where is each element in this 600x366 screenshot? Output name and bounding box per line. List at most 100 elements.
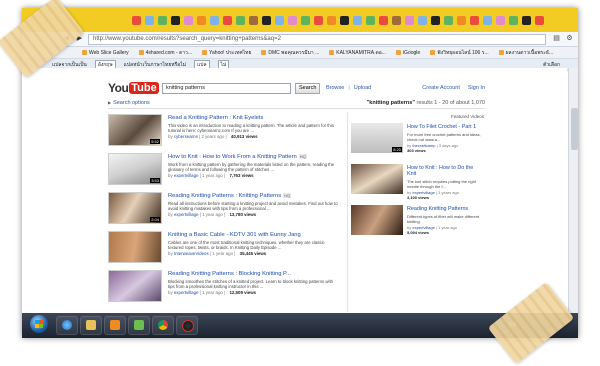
video-meta: by cybersearns | 2 years ago | 40,913 vi…: [168, 134, 258, 139]
logo-tube: Tube: [129, 82, 159, 94]
create-account-link[interactable]: Create Account: [422, 85, 460, 91]
quality-badge: HQ: [298, 154, 307, 159]
page-menu-icon[interactable]: ▤: [552, 35, 561, 43]
results-count: "knitting patterns" results 1 - 20 of ab…: [367, 100, 485, 106]
search-options-link[interactable]: Search options: [108, 100, 150, 106]
video-description: Different types of fiber will make diffe…: [407, 214, 480, 224]
featured-item: 8:20 How To Filet Crochet - Part 1 For mo…: [351, 123, 484, 164]
upload-age: 1 year ago: [212, 251, 234, 256]
search-button[interactable]: Search: [295, 83, 321, 94]
video-title-link[interactable]: Reading Knitting Patterns : Blocking Kni…: [168, 271, 338, 277]
uploader-link[interactable]: InterweaveVideos: [174, 251, 209, 256]
video-description: For more free crochet patterns and ideas…: [407, 132, 481, 142]
windows-logo-icon: [35, 320, 43, 328]
separator: |: [348, 85, 350, 91]
folder-icon: [86, 320, 96, 330]
uploader-link[interactable]: expertvillage: [174, 212, 199, 217]
video-thumbnail[interactable]: [351, 205, 403, 235]
video-description: Read all instructions before starting a …: [168, 201, 338, 211]
video-thumbnail[interactable]: 5:52: [108, 114, 162, 146]
results-list: 5:52 Read a Knitting Pattern : Knit Eyel…: [108, 114, 348, 309]
bookmark-item[interactable]: Web Slice Gallery: [82, 50, 129, 56]
ie-taskbar-button[interactable]: [56, 316, 78, 335]
uploader-link[interactable]: cybersearns: [174, 134, 198, 139]
start-button[interactable]: [30, 315, 48, 333]
video-thumbnail[interactable]: 2:04: [108, 192, 162, 224]
browse-link[interactable]: Browse: [326, 85, 344, 91]
app-taskbar-button[interactable]: [176, 316, 198, 335]
view-count: 40,913 views: [230, 134, 258, 139]
view-count: 12,509 views: [229, 290, 257, 295]
video-title-link[interactable]: Knitting a Basic Cable - KDTV 301 with E…: [168, 232, 338, 238]
bookmarks-bar: Web Slice Gallery 4shared.com - ดาว... Y…: [22, 47, 578, 59]
video-title-link[interactable]: Reading Knitting Patterns : Knitting Pat…: [168, 193, 338, 199]
view-count: 3,100 views: [407, 195, 430, 200]
search-input[interactable]: knitting patterns: [162, 83, 291, 94]
sign-in-link[interactable]: Sign In: [468, 85, 485, 91]
top-links: Browse | Upload: [326, 85, 371, 91]
result-item: 3:53 How to Knit : How to Work From a Kn…: [108, 153, 348, 192]
video-description: Blocking smoothes the stitches of a knit…: [168, 279, 334, 289]
photo-taskbar-button[interactable]: [128, 316, 150, 335]
video-title-link[interactable]: Read a Knitting Pattern : Knit Eyelets: [168, 115, 338, 121]
scrollbar-thumb[interactable]: [571, 108, 578, 150]
quality-badge: HQ: [283, 193, 292, 198]
photo-viewer-icon: [134, 320, 144, 330]
video-thumbnail[interactable]: [108, 270, 162, 302]
result-item: 5:52 Read a Knitting Pattern : Knit Eyel…: [108, 114, 348, 153]
upload-age: 2 years ago: [201, 134, 225, 139]
chrome-icon: [158, 320, 168, 330]
bookmark-item[interactable]: KALYANAMITRA.ดอ...: [329, 49, 386, 57]
bookmark-item[interactable]: ผลงานดาวเนื้อพระธั...: [499, 49, 554, 57]
account-links: Create Account Sign In: [422, 85, 485, 91]
media-player-taskbar-button[interactable]: [104, 316, 126, 335]
video-meta: by expertvillage | 1 year ago | 13,780 v…: [168, 212, 257, 217]
video-meta: by expertvillage | 3 years ago 3,100 view…: [407, 190, 459, 200]
url-field[interactable]: http://www.youtube.com/results?search_qu…: [88, 33, 546, 45]
video-description: This video is an introduction to reading…: [168, 123, 334, 133]
decorative-icon-strip: [22, 8, 578, 32]
upload-age: 3 years ago: [438, 190, 459, 195]
video-thumbnail[interactable]: 8:20: [351, 123, 403, 153]
video-title-link[interactable]: Reading Knitting Patterns: [407, 206, 481, 212]
video-title-link[interactable]: How to Knit : How to Work From a Knittin…: [168, 154, 338, 160]
duration-badge: 8:20: [392, 147, 402, 152]
video-title-link[interactable]: How to Knit : How to Do the Knit: [407, 165, 481, 177]
bookmark-item[interactable]: ฟังวิทยุออนไลน์ 106 ร...: [430, 49, 488, 57]
tools-menu-icon[interactable]: ⚙: [565, 35, 574, 43]
page-scrollbar[interactable]: [568, 68, 578, 313]
video-meta: by expertvillage | 1 year ago | 7,763 vi…: [168, 173, 254, 178]
video-thumbnail[interactable]: [351, 164, 403, 194]
video-meta: by expertvillage | 1 year ago 5,094 views: [407, 225, 457, 235]
bookmark-item[interactable]: iGoogle: [396, 50, 420, 56]
video-description: The knit stitch requires putting the rig…: [407, 179, 476, 189]
duration-badge: 3:53: [150, 178, 160, 183]
featured-videos: Featured Videos 8:20 How To Filet Croche…: [351, 114, 484, 246]
video-thumbnail[interactable]: 3:53: [108, 153, 162, 185]
bookmark-item[interactable]: DMC พอคุณควรมีมา ...: [261, 49, 319, 57]
uploader-link[interactable]: expertvillage: [174, 173, 199, 178]
explorer-taskbar-button[interactable]: [80, 316, 102, 335]
bookmark-item[interactable]: 4shared.com - ดาว...: [139, 49, 192, 57]
featured-header: Featured Videos: [451, 114, 484, 119]
chrome-taskbar-button[interactable]: [152, 316, 174, 335]
video-title-link[interactable]: How To Filet Crochet - Part 1: [407, 124, 481, 130]
view-count: 7,763 views: [229, 173, 254, 178]
video-meta: by expertvillage | 1 year ago | 12,509 v…: [168, 290, 257, 295]
video-thumbnail[interactable]: [108, 231, 162, 263]
media-player-icon: [110, 320, 120, 330]
youtube-logo[interactable]: You Tube: [108, 81, 159, 95]
results-query: "knitting patterns": [366, 100, 415, 106]
view-count: 35,445 views: [239, 251, 267, 256]
logo-you: You: [108, 81, 129, 95]
results-range: results 1 - 20 of about 1,070: [416, 100, 486, 106]
upload-age: 1 year ago: [202, 290, 223, 295]
video-meta: by InterweaveVideos | 1 year ago | 35,44…: [168, 251, 267, 256]
view-count: 5,094 views: [407, 230, 430, 235]
uploader-link[interactable]: expertvillage: [174, 290, 199, 295]
duration-badge: 2:04: [150, 217, 160, 222]
upload-link[interactable]: Upload: [354, 85, 371, 91]
divider: [108, 108, 485, 109]
bookmark-item[interactable]: Yahoo! ประเทศไทย: [202, 49, 251, 57]
video-description: Work from a knitting pattern by gatherin…: [168, 162, 335, 172]
